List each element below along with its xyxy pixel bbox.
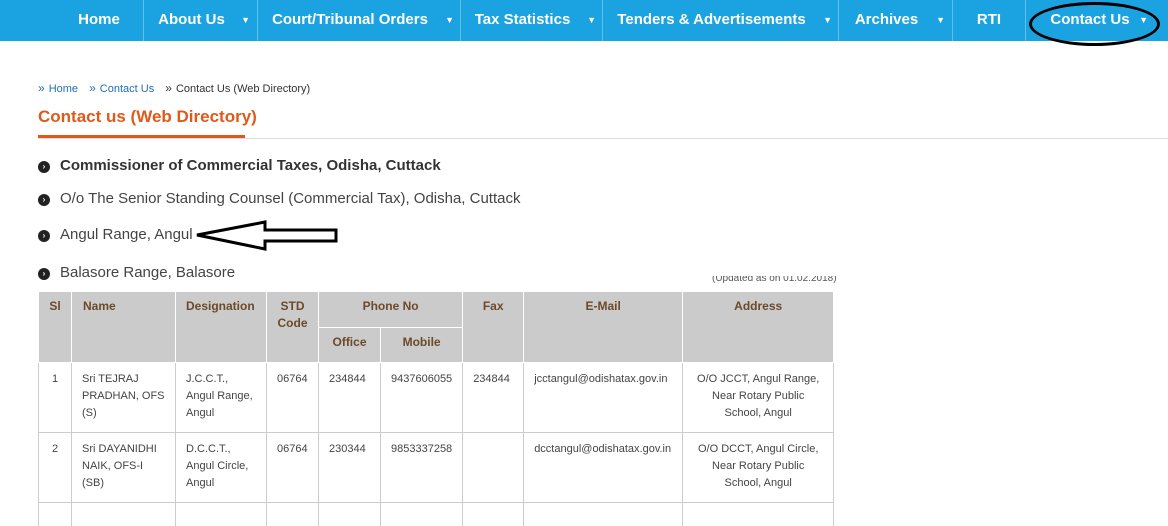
chevron-down-icon[interactable]: ▼ bbox=[823, 0, 832, 40]
col-header-sl: Sl bbox=[38, 291, 72, 363]
nav-tenders-advertisements[interactable]: Tenders & Advertisements ▼ bbox=[603, 0, 838, 41]
page-title: Contact us (Web Directory) bbox=[38, 107, 257, 126]
office-link-balasore-range[interactable]: › Balasore Range, Balasore bbox=[38, 264, 235, 281]
breadcrumb-separator-icon: » bbox=[38, 81, 45, 95]
office-link-angul-range[interactable]: › Angul Range, Angul bbox=[38, 226, 193, 243]
cell-name: Sri DAYANIDHI NAIK, OFS-I (SB) bbox=[71, 432, 176, 503]
cell-std-code: 06764 bbox=[266, 362, 319, 433]
breadcrumb-separator-icon: » bbox=[89, 81, 96, 95]
nav-tax-statistics[interactable]: Tax Statistics ▼ bbox=[461, 0, 602, 41]
nav-archives-label: Archives bbox=[854, 11, 919, 28]
table-row: 1 Sri TEJRAJ PRADHAN, OFS (S) J.C.C.T., … bbox=[38, 362, 835, 433]
nav-court-tribunal-orders-label: Court/Tribunal Orders bbox=[272, 11, 428, 28]
nav-about-us[interactable]: About Us ▼ bbox=[144, 0, 257, 41]
col-header-address: Address bbox=[682, 291, 835, 363]
cell-designation: D.C.C.T., Angul Circle, Angul bbox=[175, 432, 267, 503]
cell-email[interactable]: jcctangul@odishatax.gov.in bbox=[523, 362, 684, 433]
nav-home[interactable]: Home bbox=[56, 0, 142, 41]
office-label: O/o The Senior Standing Counsel (Commerc… bbox=[60, 190, 521, 207]
cell-address: O/O DCCT, Angul Circle, Near Rotary Publ… bbox=[682, 432, 835, 503]
nav-rti-label: RTI bbox=[976, 11, 1002, 28]
nav-about-us-label: About Us bbox=[158, 11, 225, 28]
chevron-circle-icon: › bbox=[38, 161, 50, 173]
nav-rti[interactable]: RTI bbox=[953, 0, 1025, 41]
nav-contact-us-label: Contact Us bbox=[1050, 11, 1130, 28]
col-header-email: E-Mail bbox=[523, 291, 684, 363]
top-nav: Home About Us ▼ Court/Tribunal Orders ▼ … bbox=[0, 0, 1168, 41]
office-label: Commissioner of Commercial Taxes, Odisha… bbox=[60, 157, 441, 174]
table-row bbox=[38, 502, 835, 526]
nav-court-tribunal-orders[interactable]: Court/Tribunal Orders ▼ bbox=[258, 0, 460, 41]
chevron-down-icon[interactable]: ▼ bbox=[1139, 0, 1148, 40]
col-header-phone: Phone No bbox=[317, 291, 464, 328]
updated-note: (Updated as on 01.02.2018) bbox=[712, 276, 837, 284]
cell-name: Sri TEJRAJ PRADHAN, OFS (S) bbox=[71, 362, 176, 433]
cell-fax bbox=[462, 432, 525, 503]
chevron-down-icon[interactable]: ▼ bbox=[241, 0, 250, 40]
nav-home-label: Home bbox=[78, 11, 120, 28]
chevron-circle-icon: › bbox=[38, 230, 50, 242]
office-label: Angul Range, Angul bbox=[60, 226, 193, 243]
col-header-fax: Fax bbox=[462, 291, 525, 363]
col-header-std-code: STD Code bbox=[266, 291, 319, 363]
breadcrumb-separator-icon: » bbox=[165, 81, 172, 95]
table-row: 2 Sri DAYANIDHI NAIK, OFS-I (SB) D.C.C.T… bbox=[38, 432, 835, 503]
office-label: Balasore Range, Balasore bbox=[60, 264, 236, 281]
col-header-designation: Designation bbox=[175, 291, 267, 363]
col-header-name: Name bbox=[71, 291, 176, 363]
chevron-down-icon[interactable]: ▼ bbox=[445, 0, 454, 40]
office-link-commissioner[interactable]: › Commissioner of Commercial Taxes, Odish… bbox=[38, 157, 441, 174]
cell-office-phone: 230344 bbox=[318, 432, 381, 503]
cell-sl: 2 bbox=[38, 432, 72, 503]
nav-archives[interactable]: Archives ▼ bbox=[839, 0, 952, 41]
cell-address: O/O JCCT, Angul Range, Near Rotary Publi… bbox=[682, 362, 835, 433]
breadcrumb: » Home » Contact Us » Contact Us (Web Direc… bbox=[38, 81, 310, 95]
cell-designation: J.C.C.T., Angul Range, Angul bbox=[175, 362, 267, 433]
chevron-circle-icon: › bbox=[38, 194, 50, 206]
cell-std-code: 06764 bbox=[266, 432, 319, 503]
nav-contact-us[interactable]: Contact Us ▼ bbox=[1026, 0, 1168, 41]
breadcrumb-home-link[interactable]: Home bbox=[49, 83, 78, 95]
chevron-circle-icon: › bbox=[38, 268, 50, 280]
cell-email[interactable]: dcctangul@odishatax.gov.in bbox=[523, 432, 684, 503]
cell-fax: 234844 bbox=[462, 362, 525, 433]
breadcrumb-contact-link[interactable]: Contact Us bbox=[100, 83, 154, 95]
annotation-arrow-icon bbox=[196, 220, 338, 251]
cell-mobile: 9437606055 bbox=[379, 362, 464, 433]
cell-sl: 1 bbox=[38, 362, 72, 433]
cell-office-phone: 234844 bbox=[318, 362, 381, 433]
cell-mobile: 9853337258 bbox=[379, 432, 464, 503]
nav-tenders-advertisements-label: Tenders & Advertisements bbox=[617, 11, 806, 28]
chevron-down-icon[interactable]: ▼ bbox=[587, 0, 596, 40]
title-divider bbox=[38, 138, 1168, 139]
col-header-mobile: Mobile bbox=[379, 327, 464, 363]
directory-table: Sl Name Designation STD Code Phone No Fa… bbox=[38, 291, 835, 526]
nav-tax-statistics-label: Tax Statistics bbox=[474, 11, 571, 28]
col-header-office: Office bbox=[318, 327, 381, 363]
office-link-senior-standing-counsel[interactable]: › O/o The Senior Standing Counsel (Commer… bbox=[38, 190, 521, 207]
breadcrumb-current: Contact Us (Web Directory) bbox=[175, 83, 311, 95]
chevron-down-icon[interactable]: ▼ bbox=[936, 0, 945, 40]
table-header-row: Sl Name Designation STD Code Phone No Fa… bbox=[38, 291, 835, 363]
